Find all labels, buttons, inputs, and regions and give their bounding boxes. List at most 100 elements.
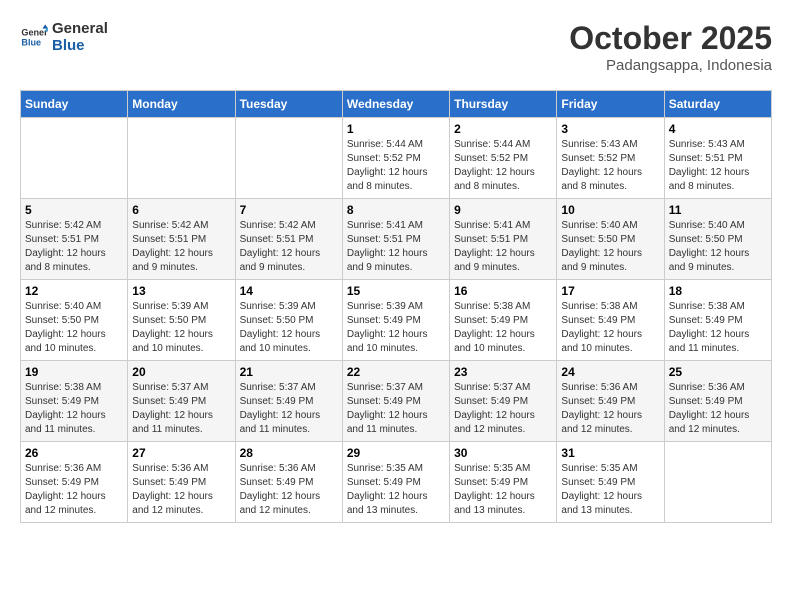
day-info: Sunrise: 5:39 AM Sunset: 5:49 PM Dayligh…	[347, 300, 445, 356]
svg-text:Blue: Blue	[21, 37, 41, 47]
calendar-cell: 14 Sunrise: 5:39 AM Sunset: 5:50 PM Dayli…	[235, 280, 342, 361]
calendar-cell: 31 Sunrise: 5:35 AM Sunset: 5:49 PM Dayli…	[557, 442, 664, 523]
day-info: Sunrise: 5:38 AM Sunset: 5:49 PM Dayligh…	[454, 300, 552, 356]
day-info: Sunrise: 5:43 AM Sunset: 5:52 PM Dayligh…	[561, 138, 659, 194]
day-info: Sunrise: 5:42 AM Sunset: 5:51 PM Dayligh…	[240, 219, 338, 275]
calendar-cell: 11 Sunrise: 5:40 AM Sunset: 5:50 PM Dayli…	[664, 199, 771, 280]
day-number: 26	[25, 446, 123, 460]
calendar-cell: 9 Sunrise: 5:41 AM Sunset: 5:51 PM Daylig…	[450, 199, 557, 280]
page-header: General Blue General Blue October 2025 P…	[20, 20, 772, 74]
calendar-cell: 6 Sunrise: 5:42 AM Sunset: 5:51 PM Daylig…	[128, 199, 235, 280]
location: Padangsappa, Indonesia	[569, 57, 772, 74]
day-number: 29	[347, 446, 445, 460]
logo-blue: Blue	[52, 37, 108, 54]
calendar-cell: 28 Sunrise: 5:36 AM Sunset: 5:49 PM Dayli…	[235, 442, 342, 523]
day-number: 15	[347, 284, 445, 298]
calendar-cell: 21 Sunrise: 5:37 AM Sunset: 5:49 PM Dayli…	[235, 361, 342, 442]
calendar-cell: 13 Sunrise: 5:39 AM Sunset: 5:50 PM Dayli…	[128, 280, 235, 361]
calendar-cell: 29 Sunrise: 5:35 AM Sunset: 5:49 PM Dayli…	[342, 442, 449, 523]
calendar-cell: 22 Sunrise: 5:37 AM Sunset: 5:49 PM Dayli…	[342, 361, 449, 442]
calendar-cell: 3 Sunrise: 5:43 AM Sunset: 5:52 PM Daylig…	[557, 118, 664, 199]
logo-icon: General Blue	[20, 23, 48, 51]
day-number: 14	[240, 284, 338, 298]
calendar-table: SundayMondayTuesdayWednesdayThursdayFrid…	[20, 90, 772, 523]
calendar-cell: 27 Sunrise: 5:36 AM Sunset: 5:49 PM Dayli…	[128, 442, 235, 523]
day-info: Sunrise: 5:44 AM Sunset: 5:52 PM Dayligh…	[347, 138, 445, 194]
day-number: 31	[561, 446, 659, 460]
day-number: 1	[347, 122, 445, 136]
day-info: Sunrise: 5:41 AM Sunset: 5:51 PM Dayligh…	[454, 219, 552, 275]
day-info: Sunrise: 5:36 AM Sunset: 5:49 PM Dayligh…	[669, 381, 767, 437]
calendar-cell: 8 Sunrise: 5:41 AM Sunset: 5:51 PM Daylig…	[342, 199, 449, 280]
day-info: Sunrise: 5:35 AM Sunset: 5:49 PM Dayligh…	[347, 462, 445, 518]
day-info: Sunrise: 5:40 AM Sunset: 5:50 PM Dayligh…	[561, 219, 659, 275]
day-info: Sunrise: 5:37 AM Sunset: 5:49 PM Dayligh…	[240, 381, 338, 437]
day-info: Sunrise: 5:40 AM Sunset: 5:50 PM Dayligh…	[25, 300, 123, 356]
calendar-header-row: SundayMondayTuesdayWednesdayThursdayFrid…	[21, 91, 772, 118]
day-header-thursday: Thursday	[450, 91, 557, 118]
day-info: Sunrise: 5:35 AM Sunset: 5:49 PM Dayligh…	[561, 462, 659, 518]
calendar-cell	[235, 118, 342, 199]
day-info: Sunrise: 5:44 AM Sunset: 5:52 PM Dayligh…	[454, 138, 552, 194]
calendar-cell: 24Sunrise: 5:36 AM Sunset: 5:49 PM Dayli…	[557, 361, 664, 442]
day-number: 16	[454, 284, 552, 298]
day-number: 12	[25, 284, 123, 298]
day-info: Sunrise: 5:37 AM Sunset: 5:49 PM Dayligh…	[347, 381, 445, 437]
calendar-cell: 23Sunrise: 5:37 AM Sunset: 5:49 PM Dayli…	[450, 361, 557, 442]
day-info: Sunrise: 5:41 AM Sunset: 5:51 PM Dayligh…	[347, 219, 445, 275]
calendar-cell: 25Sunrise: 5:36 AM Sunset: 5:49 PM Dayli…	[664, 361, 771, 442]
calendar-cell: 19Sunrise: 5:38 AM Sunset: 5:49 PM Dayli…	[21, 361, 128, 442]
calendar-cell: 26 Sunrise: 5:36 AM Sunset: 5:49 PM Dayli…	[21, 442, 128, 523]
day-number: 3	[561, 122, 659, 136]
day-number: 5	[25, 203, 123, 217]
day-number: 30	[454, 446, 552, 460]
calendar-week-row: 12 Sunrise: 5:40 AM Sunset: 5:50 PM Dayli…	[21, 280, 772, 361]
day-info: Sunrise: 5:42 AM Sunset: 5:51 PM Dayligh…	[25, 219, 123, 275]
day-header-wednesday: Wednesday	[342, 91, 449, 118]
day-info: Sunrise: 5:38 AM Sunset: 5:49 PM Dayligh…	[25, 381, 123, 437]
day-header-friday: Friday	[557, 91, 664, 118]
day-header-monday: Monday	[128, 91, 235, 118]
day-number: 2	[454, 122, 552, 136]
day-info: Sunrise: 5:36 AM Sunset: 5:49 PM Dayligh…	[240, 462, 338, 518]
day-number: 22	[347, 365, 445, 379]
day-info: Sunrise: 5:36 AM Sunset: 5:49 PM Dayligh…	[25, 462, 123, 518]
day-number: 8	[347, 203, 445, 217]
day-header-tuesday: Tuesday	[235, 91, 342, 118]
calendar-week-row: 26 Sunrise: 5:36 AM Sunset: 5:49 PM Dayli…	[21, 442, 772, 523]
calendar-cell: 5 Sunrise: 5:42 AM Sunset: 5:51 PM Daylig…	[21, 199, 128, 280]
day-number: 11	[669, 203, 767, 217]
day-number: 28	[240, 446, 338, 460]
calendar-cell: 12 Sunrise: 5:40 AM Sunset: 5:50 PM Dayli…	[21, 280, 128, 361]
calendar-cell: 30Sunrise: 5:35 AM Sunset: 5:49 PM Dayli…	[450, 442, 557, 523]
day-info: Sunrise: 5:40 AM Sunset: 5:50 PM Dayligh…	[669, 219, 767, 275]
day-info: Sunrise: 5:42 AM Sunset: 5:51 PM Dayligh…	[132, 219, 230, 275]
day-number: 17	[561, 284, 659, 298]
day-info: Sunrise: 5:39 AM Sunset: 5:50 PM Dayligh…	[240, 300, 338, 356]
calendar-cell	[664, 442, 771, 523]
day-number: 9	[454, 203, 552, 217]
day-number: 7	[240, 203, 338, 217]
day-info: Sunrise: 5:36 AM Sunset: 5:49 PM Dayligh…	[132, 462, 230, 518]
day-header-sunday: Sunday	[21, 91, 128, 118]
calendar-cell: 2 Sunrise: 5:44 AM Sunset: 5:52 PM Daylig…	[450, 118, 557, 199]
day-number: 20	[132, 365, 230, 379]
day-number: 23	[454, 365, 552, 379]
day-info: Sunrise: 5:39 AM Sunset: 5:50 PM Dayligh…	[132, 300, 230, 356]
calendar-cell: 18Sunrise: 5:38 AM Sunset: 5:49 PM Dayli…	[664, 280, 771, 361]
day-number: 6	[132, 203, 230, 217]
day-info: Sunrise: 5:43 AM Sunset: 5:51 PM Dayligh…	[669, 138, 767, 194]
calendar-week-row: 5 Sunrise: 5:42 AM Sunset: 5:51 PM Daylig…	[21, 199, 772, 280]
day-number: 13	[132, 284, 230, 298]
day-header-saturday: Saturday	[664, 91, 771, 118]
calendar-cell	[21, 118, 128, 199]
day-info: Sunrise: 5:37 AM Sunset: 5:49 PM Dayligh…	[132, 381, 230, 437]
day-number: 27	[132, 446, 230, 460]
calendar-cell: 10 Sunrise: 5:40 AM Sunset: 5:50 PM Dayli…	[557, 199, 664, 280]
day-number: 21	[240, 365, 338, 379]
day-number: 10	[561, 203, 659, 217]
calendar-week-row: 1 Sunrise: 5:44 AM Sunset: 5:52 PM Daylig…	[21, 118, 772, 199]
calendar-week-row: 19Sunrise: 5:38 AM Sunset: 5:49 PM Dayli…	[21, 361, 772, 442]
svg-text:General: General	[21, 28, 48, 38]
calendar-cell: 17Sunrise: 5:38 AM Sunset: 5:49 PM Dayli…	[557, 280, 664, 361]
